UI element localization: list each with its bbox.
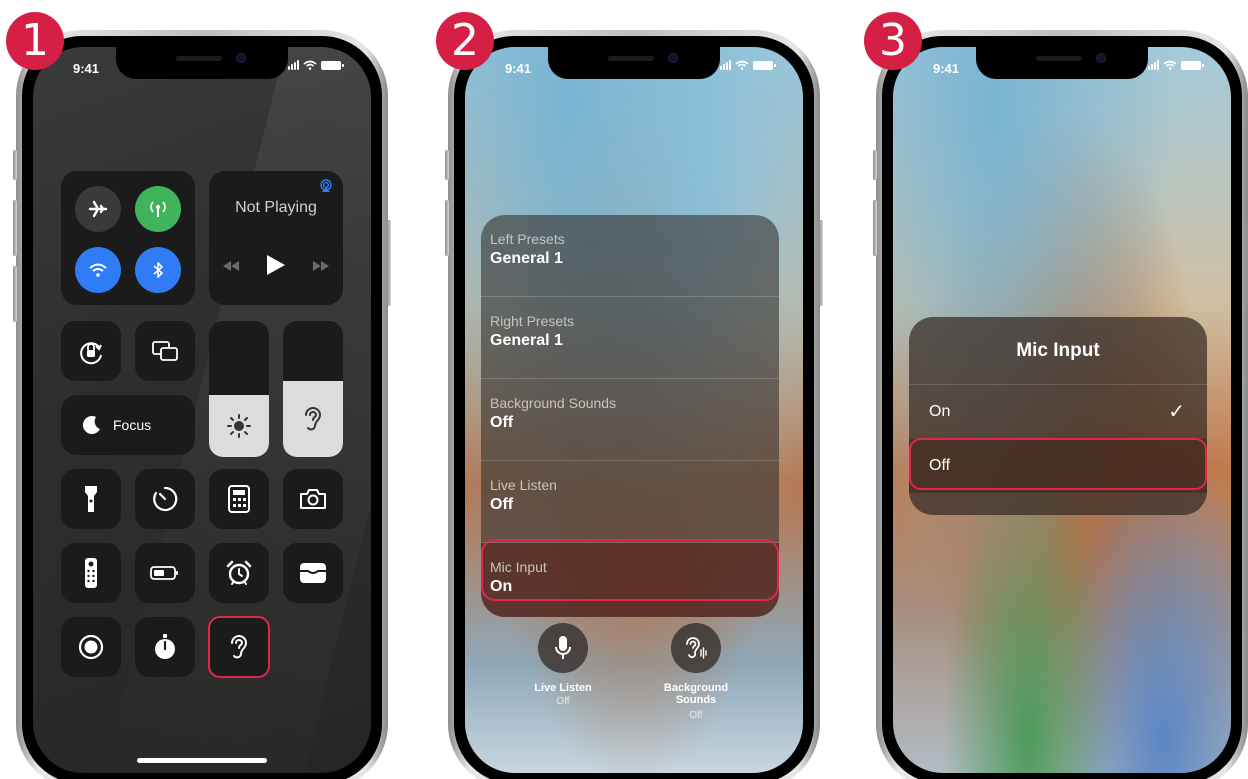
cellular-data-toggle[interactable] xyxy=(135,186,181,232)
battery-icon xyxy=(753,60,776,70)
wifi-icon xyxy=(303,60,317,70)
phone-3: 9:41 Mic Input On ✓ Off xyxy=(873,30,1248,779)
background-sounds-status: Off xyxy=(689,710,703,721)
step-badge-2: 2 xyxy=(436,12,494,70)
timer-icon xyxy=(153,486,178,512)
phone-1: 9:41 Not Playing Focus xyxy=(13,30,391,779)
focus-button[interactable]: Focus xyxy=(61,395,195,455)
row-title: Right Presets xyxy=(490,313,575,329)
menu-title: Mic Input xyxy=(909,317,1207,385)
battery-icon xyxy=(1181,60,1204,70)
orientation-lock-icon xyxy=(80,342,102,365)
airplane-mode-toggle[interactable] xyxy=(75,186,121,232)
live-listen-button[interactable] xyxy=(538,623,588,673)
left-presets-row[interactable]: Left Presets General 1 xyxy=(481,215,779,297)
row-value: Off xyxy=(490,414,514,431)
live-listen-status: Off xyxy=(556,696,570,707)
brightness-icon xyxy=(227,414,251,438)
status-time: 9:41 xyxy=(933,61,960,76)
calculator-button[interactable] xyxy=(209,469,269,529)
status-icons xyxy=(720,60,776,70)
wifi-icon xyxy=(89,263,107,277)
bluetooth-toggle[interactable] xyxy=(135,247,181,293)
record-icon xyxy=(78,634,104,660)
alarm-button[interactable] xyxy=(209,543,269,603)
previous-track-icon[interactable] xyxy=(223,261,239,271)
orientation-lock-button[interactable] xyxy=(61,321,121,381)
step-badge-3: 3 xyxy=(864,12,922,70)
microphone-icon xyxy=(555,636,571,659)
apple-tv-remote-button[interactable] xyxy=(61,543,121,603)
screen-mirroring-icon xyxy=(152,341,178,361)
wallet-icon xyxy=(300,563,326,583)
airplay-audio-icon[interactable] xyxy=(319,179,333,193)
option-on[interactable]: On ✓ xyxy=(909,385,1207,439)
status-time: 9:41 xyxy=(505,61,532,76)
signal-icon xyxy=(1148,60,1159,70)
camera-button[interactable] xyxy=(283,469,343,529)
row-title: Live Listen xyxy=(490,477,557,493)
battery-icon xyxy=(150,566,178,580)
background-sounds-row[interactable]: Background Sounds Off xyxy=(481,379,779,461)
screen-recording-button[interactable] xyxy=(61,617,121,677)
option-label: On xyxy=(929,403,951,420)
focus-label: Focus xyxy=(113,417,152,433)
mic-input-highlight xyxy=(481,539,779,601)
mic-input-screen: 9:41 Mic Input On ✓ Off xyxy=(893,47,1231,773)
ear-icon xyxy=(305,407,322,431)
row-title: Background Sounds xyxy=(490,395,617,411)
row-value: General 1 xyxy=(490,250,563,267)
media-title: Not Playing xyxy=(235,199,317,216)
stopwatch-button[interactable] xyxy=(135,617,195,677)
next-track-icon[interactable] xyxy=(313,261,329,271)
checkmark-icon: ✓ xyxy=(1168,401,1185,423)
media-player-tile[interactable]: Not Playing xyxy=(209,171,343,305)
wifi-toggle[interactable] xyxy=(75,247,121,293)
hearing-button-highlight xyxy=(208,616,270,678)
ear-sound-icon xyxy=(686,637,707,659)
live-listen-caption: Live Listen xyxy=(534,682,592,694)
status-icons xyxy=(1148,60,1204,70)
antenna-icon xyxy=(150,201,166,217)
stopwatch-icon xyxy=(155,634,175,659)
background-sounds-caption: Background Sounds xyxy=(663,682,729,706)
status-icons xyxy=(288,60,344,70)
wifi-icon xyxy=(1163,60,1177,70)
bluetooth-icon xyxy=(153,262,163,278)
hearing-controls-screen: 9:41 Left Presets General 1 Right Preset… xyxy=(465,47,803,773)
flashlight-button[interactable] xyxy=(61,469,121,529)
alarm-clock-icon xyxy=(226,560,252,585)
wallet-button[interactable] xyxy=(283,543,343,603)
moon-icon xyxy=(82,416,100,435)
calculator-icon xyxy=(228,485,250,513)
brightness-slider[interactable] xyxy=(209,321,269,457)
step-badge-1: 1 xyxy=(6,12,64,70)
timer-button[interactable] xyxy=(135,469,195,529)
signal-icon xyxy=(720,60,731,70)
live-listen-row[interactable]: Live Listen Off xyxy=(481,461,779,543)
play-icon[interactable] xyxy=(267,255,285,275)
row-title: Left Presets xyxy=(490,231,565,247)
wifi-icon xyxy=(735,60,749,70)
status-time: 9:41 xyxy=(73,61,100,76)
low-power-mode-button[interactable] xyxy=(135,543,195,603)
control-center-screen: 9:41 Not Playing Focus xyxy=(33,47,371,773)
battery-icon xyxy=(321,60,344,70)
camera-icon xyxy=(300,489,326,509)
option-off-highlight xyxy=(909,438,1207,490)
right-presets-row[interactable]: Right Presets General 1 xyxy=(481,297,779,379)
remote-icon xyxy=(85,558,97,588)
airplane-icon xyxy=(88,200,108,218)
home-indicator[interactable] xyxy=(137,758,267,763)
signal-icon xyxy=(288,60,299,70)
flashlight-icon xyxy=(85,486,97,512)
hearing-volume-slider[interactable] xyxy=(283,321,343,457)
phone-2: 9:41 Left Presets General 1 Right Preset… xyxy=(445,30,823,779)
row-value: General 1 xyxy=(490,332,563,349)
background-sounds-button[interactable] xyxy=(671,623,721,673)
row-value: Off xyxy=(490,496,514,513)
screen-mirroring-button[interactable] xyxy=(135,321,195,381)
